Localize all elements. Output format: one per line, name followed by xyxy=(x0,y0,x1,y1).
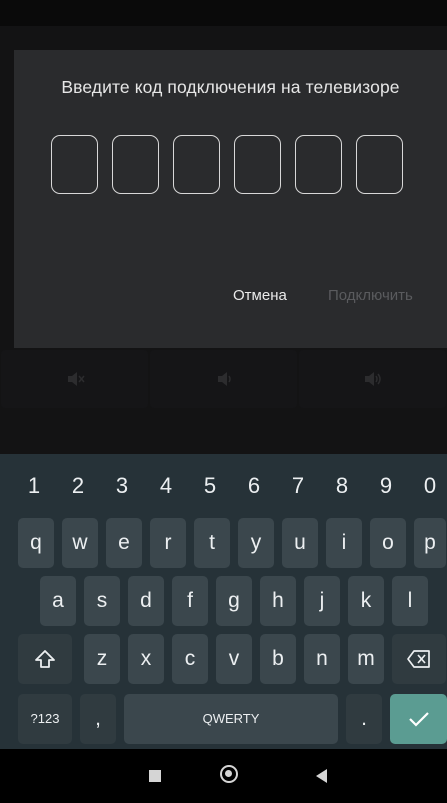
backspace-key[interactable] xyxy=(392,634,446,684)
volume-down-icon xyxy=(150,350,297,408)
on-screen-keyboard: 1 2 3 4 5 6 7 8 9 0 q w e r t y u i o p … xyxy=(0,454,447,749)
key-7[interactable]: 7 xyxy=(278,462,318,510)
key-k[interactable]: k xyxy=(348,576,384,626)
code-digit-field[interactable] xyxy=(356,135,403,194)
recents-icon[interactable] xyxy=(149,770,161,782)
shift-key[interactable] xyxy=(18,634,72,684)
code-digit-field[interactable] xyxy=(51,135,98,194)
connect-button[interactable]: Подключить xyxy=(328,287,413,304)
key-v[interactable]: v xyxy=(216,634,252,684)
key-3[interactable]: 3 xyxy=(102,462,142,510)
code-input-group[interactable] xyxy=(51,135,403,194)
shift-icon xyxy=(35,650,55,668)
code-digit-field[interactable] xyxy=(234,135,281,194)
code-digit-field[interactable] xyxy=(112,135,159,194)
key-8[interactable]: 8 xyxy=(322,462,362,510)
dialog-title: Введите код подключения на телевизоре xyxy=(61,77,400,97)
key-9[interactable]: 9 xyxy=(366,462,406,510)
mute-icon xyxy=(1,350,148,408)
key-w[interactable]: w xyxy=(62,518,98,568)
home-icon[interactable] xyxy=(220,765,238,783)
period-key[interactable]: . xyxy=(346,694,382,744)
key-j[interactable]: j xyxy=(304,576,340,626)
key-2[interactable]: 2 xyxy=(58,462,98,510)
key-a[interactable]: a xyxy=(40,576,76,626)
key-u[interactable]: u xyxy=(282,518,318,568)
key-z[interactable]: z xyxy=(84,634,120,684)
key-q[interactable]: q xyxy=(18,518,54,568)
back-icon[interactable] xyxy=(316,769,327,783)
cancel-button[interactable]: Отмена xyxy=(233,287,287,304)
key-o[interactable]: o xyxy=(370,518,406,568)
checkmark-icon xyxy=(408,712,429,727)
key-h[interactable]: h xyxy=(260,576,296,626)
code-digit-field[interactable] xyxy=(295,135,342,194)
code-digit-field[interactable] xyxy=(173,135,220,194)
key-e[interactable]: e xyxy=(106,518,142,568)
enter-key[interactable] xyxy=(390,694,447,744)
status-bar xyxy=(0,0,447,26)
space-key[interactable]: QWERTY xyxy=(124,694,338,744)
navigation-bar xyxy=(0,749,447,803)
number-row: 1 2 3 4 5 6 7 8 9 0 xyxy=(0,462,447,510)
key-n[interactable]: n xyxy=(304,634,340,684)
comma-key[interactable]: , xyxy=(80,694,116,744)
key-f[interactable]: f xyxy=(172,576,208,626)
key-m[interactable]: m xyxy=(348,634,384,684)
key-i[interactable]: i xyxy=(326,518,362,568)
key-5[interactable]: 5 xyxy=(190,462,230,510)
key-d[interactable]: d xyxy=(128,576,164,626)
pairing-dialog: Введите код подключения на телевизоре От… xyxy=(14,50,447,348)
key-6[interactable]: 6 xyxy=(234,462,274,510)
key-0[interactable]: 0 xyxy=(410,462,447,510)
key-r[interactable]: r xyxy=(150,518,186,568)
volume-controls-dimmed xyxy=(0,350,447,412)
key-s[interactable]: s xyxy=(84,576,120,626)
volume-up-icon xyxy=(299,350,446,408)
key-4[interactable]: 4 xyxy=(146,462,186,510)
backspace-icon xyxy=(407,650,430,668)
key-y[interactable]: y xyxy=(238,518,274,568)
key-g[interactable]: g xyxy=(216,576,252,626)
key-c[interactable]: c xyxy=(172,634,208,684)
key-x[interactable]: x xyxy=(128,634,164,684)
key-b[interactable]: b xyxy=(260,634,296,684)
key-1[interactable]: 1 xyxy=(14,462,54,510)
key-p[interactable]: p xyxy=(414,518,446,568)
symbols-key[interactable]: ?123 xyxy=(18,694,72,744)
key-l[interactable]: l xyxy=(392,576,428,626)
key-t[interactable]: t xyxy=(194,518,230,568)
